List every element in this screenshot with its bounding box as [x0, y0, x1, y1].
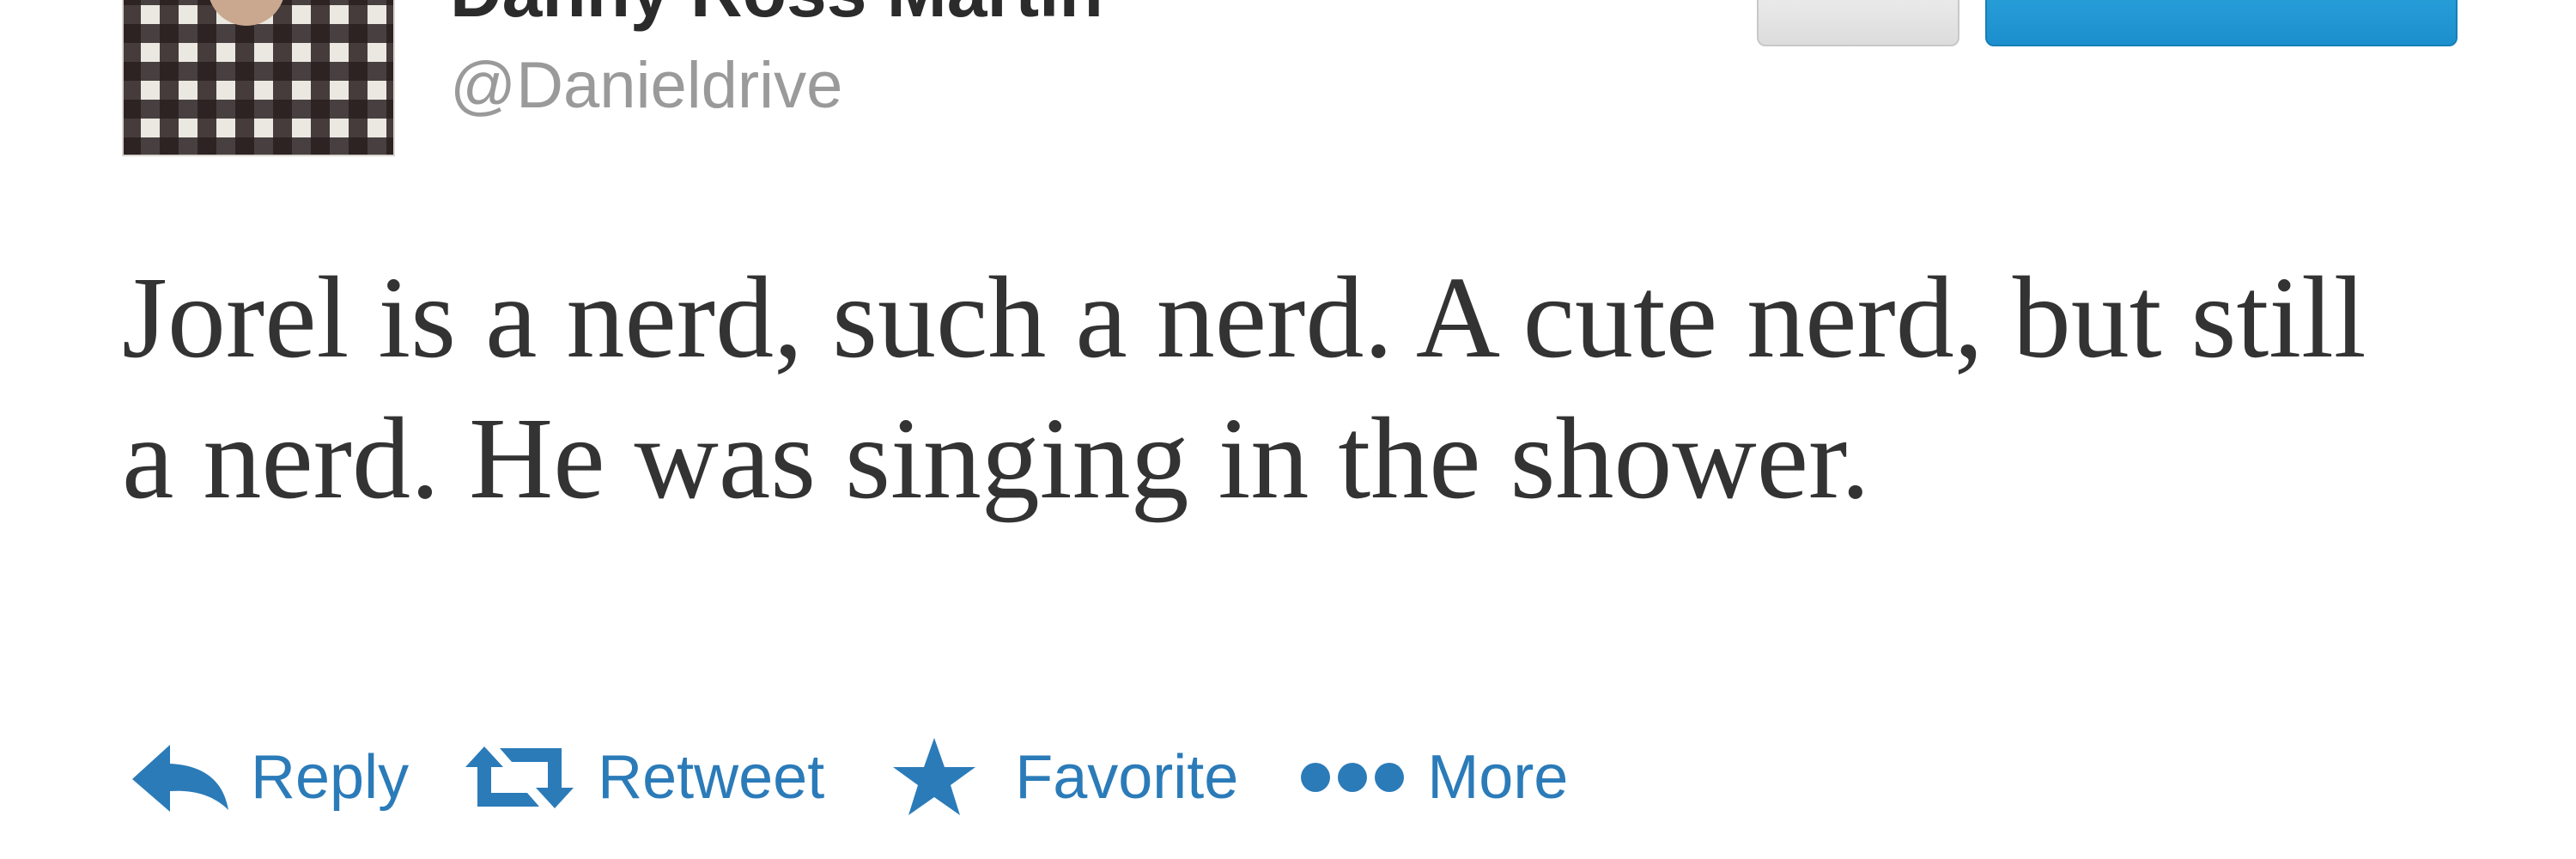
retweet-button[interactable]: Retweet	[464, 741, 824, 813]
avatar[interactable]	[122, 0, 395, 156]
reply-label: Reply	[251, 743, 410, 812]
user-actions-button[interactable]	[1757, 0, 1959, 46]
retweet-label: Retweet	[598, 743, 825, 812]
avatar-face	[208, 0, 285, 26]
favorite-button[interactable]: Favorite	[891, 736, 1238, 819]
follow-button[interactable]	[1985, 0, 2458, 46]
more-label: More	[1427, 743, 1569, 812]
reply-arrow-icon	[132, 745, 228, 812]
user-handle[interactable]: @Danieldrive	[450, 53, 842, 119]
ellipsis-icon	[1301, 763, 1405, 792]
retweet-icon	[465, 746, 574, 808]
tweet-actions: Reply Retweet Favorite More	[129, 730, 1568, 825]
tweet-text: Jorel is a nerd, such a nerd. A cute ner…	[122, 253, 2366, 523]
display-name[interactable]: Danny Ross Martin	[450, 0, 1103, 27]
reply-button[interactable]: Reply	[129, 741, 409, 813]
star-icon	[893, 738, 976, 815]
favorite-label: Favorite	[1015, 743, 1239, 812]
more-button[interactable]: More	[1298, 742, 1568, 813]
